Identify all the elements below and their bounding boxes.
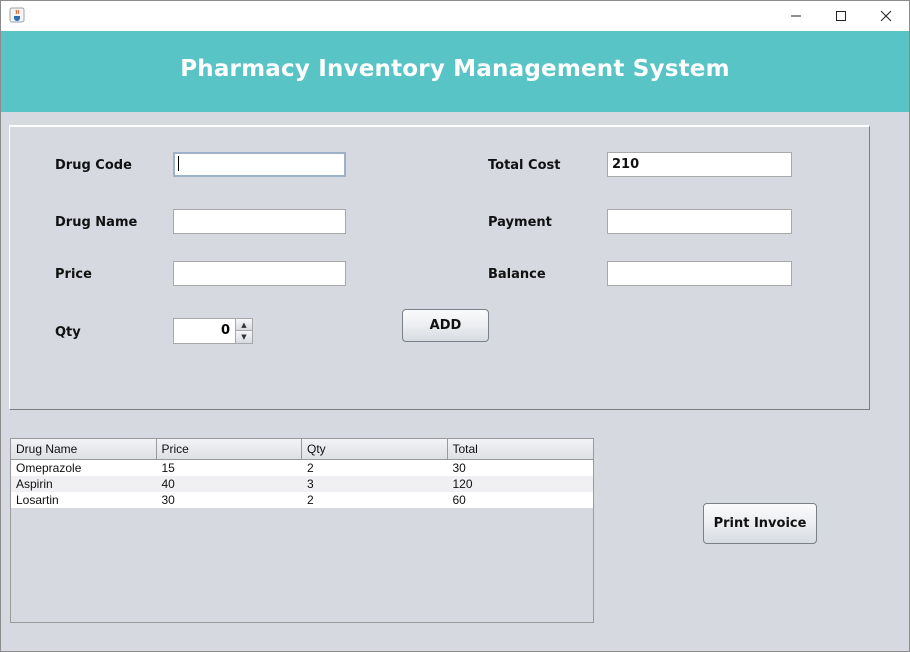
total-cost-field[interactable]: 210 <box>607 152 792 177</box>
balance-field[interactable] <box>607 261 792 286</box>
header-banner: Pharmacy Inventory Management System <box>1 31 909 112</box>
table-cell: 40 <box>161 477 175 491</box>
table-cell: 60 <box>452 493 466 507</box>
price-field[interactable] <box>173 261 346 286</box>
page-title: Pharmacy Inventory Management System <box>180 55 730 82</box>
print-invoice-button[interactable]: Print Invoice <box>703 503 817 544</box>
minimize-button[interactable] <box>773 1 819 31</box>
drug-code-label: Drug Code <box>55 158 132 173</box>
table-row[interactable]: Aspirin 40 3 120 <box>11 476 593 492</box>
drug-table[interactable]: Drug Name Price Qty Total Omeprazole 15 … <box>10 438 594 623</box>
column-header-total[interactable]: Total <box>448 439 594 459</box>
app-window: Pharmacy Inventory Management System Dru… <box>0 0 910 652</box>
maximize-button[interactable] <box>818 1 864 31</box>
minimize-icon <box>791 15 801 17</box>
total-cost-label: Total Cost <box>488 158 561 173</box>
drug-code-field[interactable] <box>173 152 346 177</box>
qty-label: Qty <box>55 325 81 340</box>
column-header-qty[interactable]: Qty <box>302 439 448 459</box>
qty-stepper[interactable]: 0 ▲ ▼ <box>173 318 253 344</box>
qty-value: 0 <box>220 323 230 338</box>
maximize-icon <box>836 11 846 21</box>
table-cell: Aspirin <box>16 477 53 491</box>
add-button[interactable]: ADD <box>402 309 489 342</box>
close-button[interactable] <box>863 1 909 31</box>
table-row[interactable]: Omeprazole 15 2 30 <box>11 460 593 476</box>
text-caret <box>178 156 179 171</box>
qty-increment-button[interactable]: ▲ <box>235 319 252 331</box>
arrow-up-icon: ▲ <box>241 320 247 329</box>
column-header-drug-name[interactable]: Drug Name <box>11 439 157 459</box>
close-icon <box>880 10 892 22</box>
table-header: Drug Name Price Qty Total <box>11 439 593 460</box>
drug-name-label: Drug Name <box>55 215 138 230</box>
payment-label: Payment <box>488 215 552 230</box>
title-bar <box>1 1 909 31</box>
table-cell: 120 <box>452 477 473 491</box>
table-cell: 2 <box>307 493 314 507</box>
table-cell: 30 <box>452 461 466 475</box>
arrow-down-icon: ▼ <box>241 333 247 341</box>
qty-decrement-button[interactable]: ▼ <box>235 331 252 343</box>
java-cup-icon[interactable] <box>9 7 25 23</box>
table-body: Omeprazole 15 2 30 Aspirin 40 3 120 Losa… <box>11 460 593 508</box>
table-cell: Omeprazole <box>16 461 82 475</box>
table-cell: 30 <box>161 493 175 507</box>
column-header-price[interactable]: Price <box>157 439 302 459</box>
price-label: Price <box>55 267 92 282</box>
table-cell: 15 <box>161 461 175 475</box>
balance-label: Balance <box>488 267 546 282</box>
table-cell: Losartin <box>16 493 59 507</box>
table-cell: 2 <box>307 461 314 475</box>
table-cell: 3 <box>307 477 314 491</box>
table-row[interactable]: Losartin 30 2 60 <box>11 492 593 508</box>
drug-name-field[interactable] <box>173 209 346 234</box>
payment-field[interactable] <box>607 209 792 234</box>
